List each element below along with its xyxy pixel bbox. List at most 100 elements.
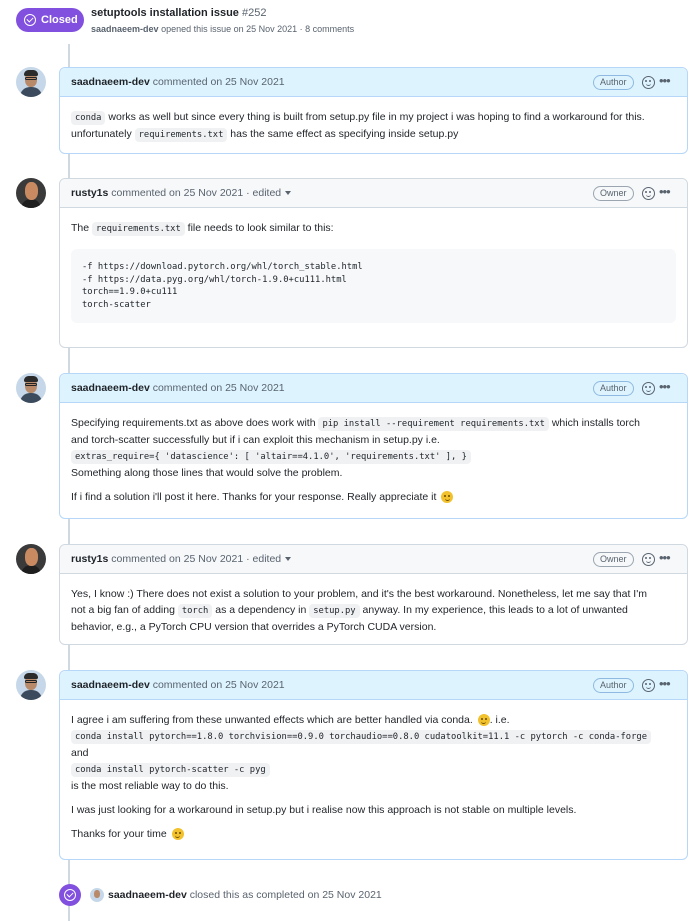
inline-code: extras_require={ 'datascience': [ 'altai… xyxy=(71,450,471,464)
more-options-icon[interactable]: ••• xyxy=(659,184,671,199)
comment-body: The requirements.txt file needs to look … xyxy=(60,208,687,335)
text: which installs torch xyxy=(548,417,640,429)
comment-paragraph: Specifying requirements.txt as above doe… xyxy=(71,415,676,481)
issue-title-text: setuptools installation issue xyxy=(91,7,239,19)
text: and torch-scatter successfully but if i … xyxy=(71,434,440,446)
comment-header: saadnaeem-dev commented on 25 Nov 2021 A… xyxy=(60,68,687,97)
edited-dropdown[interactable]: edited xyxy=(253,553,282,565)
inline-code: requirements.txt xyxy=(92,222,185,236)
avatar[interactable] xyxy=(16,67,46,97)
comment-paragraph: conda works as well but since every thin… xyxy=(71,109,676,143)
text: If i find a solution i'll post it here. … xyxy=(71,491,437,503)
avatar[interactable] xyxy=(16,178,46,208)
text: has the same effect as specifying inside… xyxy=(227,128,459,140)
comment-timestamp[interactable]: commented on 25 Nov 2021 · xyxy=(111,187,252,199)
text: as a dependency in xyxy=(212,604,310,616)
smile-emoji-icon xyxy=(441,491,454,504)
add-reaction-icon[interactable] xyxy=(642,382,655,395)
comment-author-line: saadnaeem-dev commented on 25 Nov 2021 xyxy=(71,382,285,394)
text: anyway. In my experience, this leads to … xyxy=(359,604,628,616)
sweat-smile-emoji-icon xyxy=(477,714,490,727)
comment-header: saadnaeem-dev commented on 25 Nov 2021 A… xyxy=(60,671,687,700)
comment: rusty1s commented on 25 Nov 2021 · edite… xyxy=(59,178,688,348)
issue-title: setuptools installation issue #252 xyxy=(91,7,266,19)
owner-badge: Owner xyxy=(593,186,634,201)
chevron-down-icon[interactable] xyxy=(285,557,292,562)
add-reaction-icon[interactable] xyxy=(642,76,655,89)
closed-status-badge: Closed xyxy=(16,8,84,32)
comment-timestamp[interactable]: commented on 25 Nov 2021 · xyxy=(111,553,252,565)
author-badge: Author xyxy=(593,75,634,90)
inline-code: conda install pytorch-scatter -c pyg xyxy=(71,763,270,777)
comment-timestamp[interactable]: commented on 25 Nov 2021 xyxy=(153,382,285,394)
smile-emoji-icon xyxy=(171,828,184,841)
avatar[interactable] xyxy=(16,670,46,700)
avatar[interactable] xyxy=(90,888,104,902)
more-options-icon[interactable]: ••• xyxy=(659,676,671,691)
comment-author-link[interactable]: rusty1s xyxy=(71,553,108,565)
comment-timestamp[interactable]: commented on 25 Nov 2021 xyxy=(153,76,285,88)
comment-paragraph: I agree i am suffering from these unwant… xyxy=(71,712,676,794)
text: Specifying requirements.txt as above doe… xyxy=(71,417,319,429)
closed-event-description: closed this as completed on 25 Nov 2021 xyxy=(189,889,382,901)
text: file needs to look similar to this: xyxy=(184,222,334,234)
closed-event-text: saadnaeem-dev closed this as completed o… xyxy=(108,889,382,901)
avatar[interactable] xyxy=(16,544,46,574)
comment-paragraph: Thanks for your time xyxy=(71,826,676,842)
text: and xyxy=(71,747,89,759)
inline-code: pip install --requirement requirements.t… xyxy=(318,417,549,431)
text: Thanks for your time xyxy=(71,828,167,840)
comment-body: conda works as well but since every thin… xyxy=(60,97,687,155)
comment: saadnaeem-dev commented on 25 Nov 2021 A… xyxy=(59,67,688,154)
comment-author-line: rusty1s commented on 25 Nov 2021 · edite… xyxy=(71,553,292,565)
inline-code: setup.py xyxy=(309,604,360,618)
inline-code: torch xyxy=(177,604,213,618)
owner-badge: Owner xyxy=(593,552,634,567)
comment-author-line: saadnaeem-dev commented on 25 Nov 2021 xyxy=(71,76,285,88)
comment: rusty1s commented on 25 Nov 2021 · edite… xyxy=(59,544,688,645)
text: The xyxy=(71,222,93,234)
comment-author-line: saadnaeem-dev commented on 25 Nov 2021 xyxy=(71,679,285,691)
edited-dropdown[interactable]: edited xyxy=(253,187,282,199)
comment: saadnaeem-dev commented on 25 Nov 2021 A… xyxy=(59,373,688,519)
comment-header: rusty1s commented on 25 Nov 2021 · edite… xyxy=(60,545,687,574)
issue-closed-icon xyxy=(24,14,36,26)
text: not a big fan of adding xyxy=(71,604,178,616)
comment-author-link[interactable]: saadnaeem-dev xyxy=(71,382,150,394)
comment-timestamp[interactable]: commented on 25 Nov 2021 xyxy=(153,679,285,691)
text: Yes, I know :) There does not exist a so… xyxy=(71,588,647,600)
comment-author-link[interactable]: saadnaeem-dev xyxy=(71,679,150,691)
issue-meta-text: opened this issue on 25 Nov 2021 · 8 com… xyxy=(161,24,355,34)
inline-code: conda install pytorch==1.8.0 torchvision… xyxy=(71,730,651,744)
more-options-icon[interactable]: ••• xyxy=(659,379,671,394)
comment-author-link[interactable]: saadnaeem-dev xyxy=(71,76,150,88)
closed-event: saadnaeem-dev closed this as completed o… xyxy=(59,884,382,906)
more-options-icon[interactable]: ••• xyxy=(659,550,671,565)
comment-header: saadnaeem-dev commented on 25 Nov 2021 A… xyxy=(60,374,687,403)
issue-author-link[interactable]: saadnaeem-dev xyxy=(91,24,159,34)
comment-paragraph: I was just looking for a workaround in s… xyxy=(71,802,676,818)
issue-header: Closed setuptools installation issue #25… xyxy=(0,0,692,44)
add-reaction-icon[interactable] xyxy=(642,679,655,692)
comment: saadnaeem-dev commented on 25 Nov 2021 A… xyxy=(59,670,688,860)
comment-paragraph: If i find a solution i'll post it here. … xyxy=(71,489,676,505)
text: works as well but since every thing is b… xyxy=(105,111,645,123)
text: I agree i am suffering from these unwant… xyxy=(71,714,473,726)
comment-author-link[interactable]: rusty1s xyxy=(71,187,108,199)
author-badge: Author xyxy=(593,678,634,693)
comment-body: I agree i am suffering from these unwant… xyxy=(60,700,687,854)
avatar[interactable] xyxy=(16,373,46,403)
add-reaction-icon[interactable] xyxy=(642,187,655,200)
issue-number: #252 xyxy=(241,7,267,19)
text: . i.e. xyxy=(489,714,510,726)
text: unfortunately xyxy=(71,128,135,140)
chevron-down-icon[interactable] xyxy=(285,191,292,196)
more-options-icon[interactable]: ••• xyxy=(659,73,671,88)
author-badge: Author xyxy=(593,381,634,396)
comment-paragraph: Yes, I know :) There does not exist a so… xyxy=(71,586,676,635)
text: behavior, e.g., a PyTorch CPU version th… xyxy=(71,621,437,633)
comment-paragraph: The requirements.txt file needs to look … xyxy=(71,220,676,237)
text: Something along those lines that would s… xyxy=(71,467,343,479)
closed-by-user-link[interactable]: saadnaeem-dev xyxy=(108,889,187,901)
add-reaction-icon[interactable] xyxy=(642,553,655,566)
